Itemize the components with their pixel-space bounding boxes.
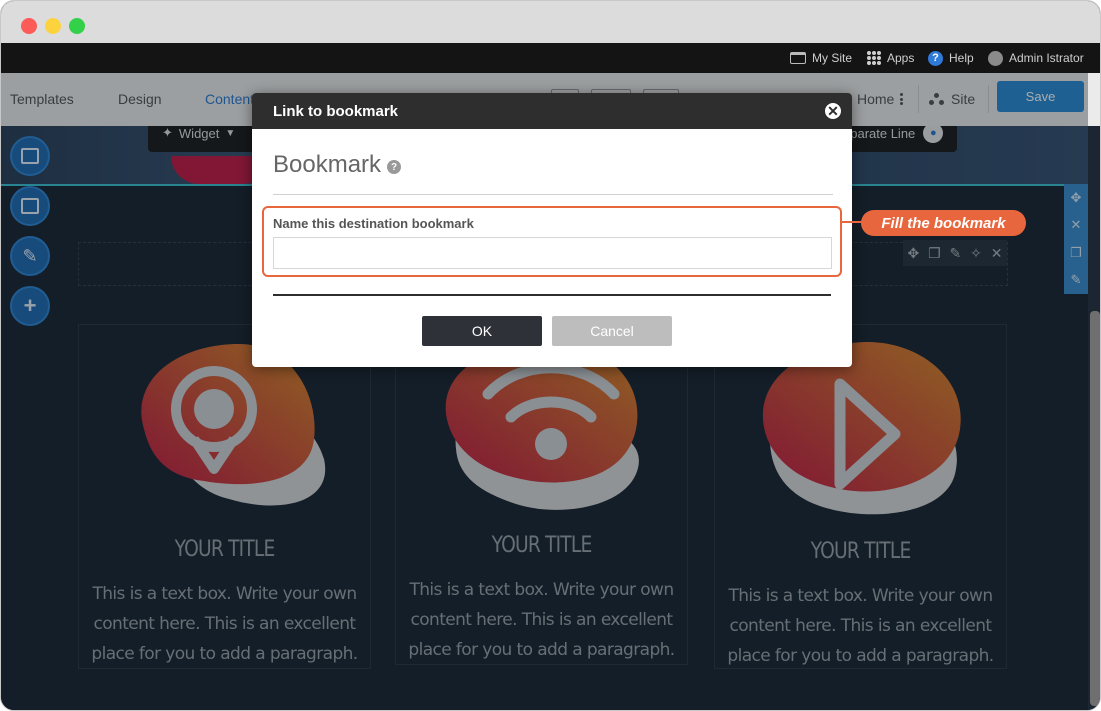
user-menu[interactable]: Admin Istrator — [988, 43, 1084, 73]
help-link[interactable]: ? Help — [928, 43, 974, 73]
my-site-link[interactable]: My Site — [790, 43, 852, 73]
dialog-title: Link to bookmark — [273, 103, 399, 120]
admin-bar: My Site Apps ? Help Admin Istrator — [1, 43, 1100, 73]
bookmark-heading: Bookmark ? — [273, 151, 402, 179]
bookmark-heading-text: Bookmark — [273, 151, 382, 178]
minimize-window-button[interactable] — [45, 18, 61, 34]
scrollbar-thumb[interactable] — [1090, 311, 1100, 706]
apps-label: Apps — [887, 51, 915, 65]
apps-grid-icon — [867, 51, 881, 65]
instruction-callout: Fill the bookmark — [861, 210, 1026, 236]
close-icon[interactable]: ✕ — [823, 101, 843, 121]
help-label: Help — [949, 51, 974, 65]
close-window-button[interactable] — [21, 18, 37, 34]
apps-link[interactable]: Apps — [867, 43, 914, 73]
monitor-icon — [790, 52, 806, 64]
dialog-header: Link to bookmark ✕ — [252, 93, 852, 129]
window-titlebar — [1, 1, 1100, 43]
help-icon: ? — [928, 50, 943, 66]
my-site-label: My Site — [812, 51, 853, 65]
question-icon[interactable]: ? — [387, 160, 402, 174]
ok-button[interactable]: OK — [422, 316, 542, 346]
field-highlight — [262, 206, 842, 277]
divider — [273, 294, 831, 296]
callout-connector — [841, 221, 863, 223]
browser-window: My Site Apps ? Help Admin Istrator Templ… — [0, 0, 1101, 711]
divider — [273, 194, 833, 195]
cancel-button[interactable]: Cancel — [552, 316, 672, 346]
maximize-window-button[interactable] — [69, 18, 85, 34]
user-name: Admin Istrator — [1009, 51, 1084, 65]
avatar — [988, 50, 1003, 66]
link-to-bookmark-dialog: Link to bookmark ✕ Bookmark ? Name this … — [252, 93, 852, 367]
